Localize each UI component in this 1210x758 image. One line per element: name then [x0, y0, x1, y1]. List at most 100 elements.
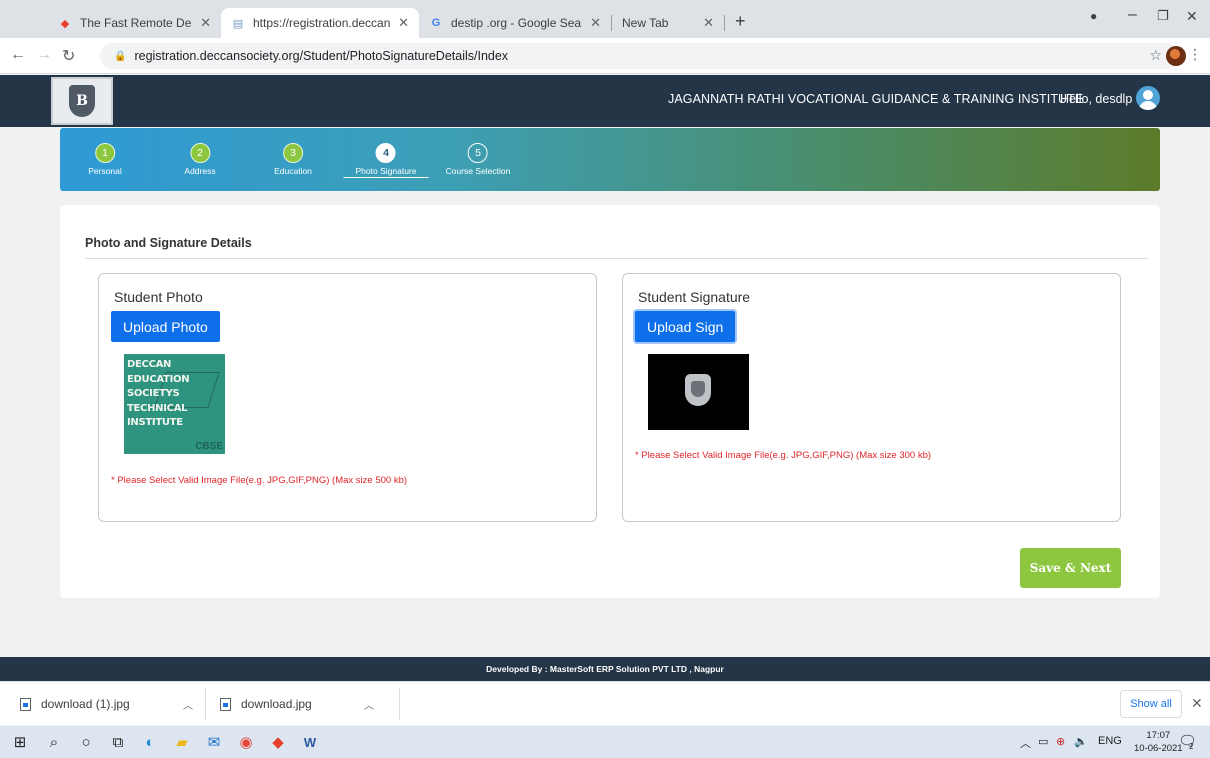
chrome-icon[interactable]: ◉ — [230, 726, 262, 758]
profile-avatar[interactable] — [1166, 46, 1186, 66]
forward-arrow-icon[interactable]: → — [36, 46, 52, 64]
step-number: 3 — [283, 143, 303, 163]
step-address[interactable]: 2 Address — [184, 143, 216, 176]
step-course-selection[interactable]: 5 Course Selection — [446, 143, 510, 176]
bookmark-star-icon[interactable]: ☆ — [1149, 47, 1162, 64]
section-title: Photo and Signature Details — [85, 236, 252, 250]
registration-stepper: 1 Personal 2 Address 3 Education 4 Photo… — [60, 128, 1160, 191]
photo-text: DECCAN EDUCATION SOCIETYS TECHNICAL INST… — [127, 359, 190, 428]
step-label: Education — [274, 166, 312, 176]
step-number: 1 — [95, 143, 115, 163]
clock[interactable]: 17:07 10-06-2021 — [1134, 729, 1183, 755]
restore-icon[interactable]: ❐ — [1157, 8, 1169, 24]
clock-time: 17:07 — [1146, 730, 1171, 741]
browser-tab-new[interactable]: New Tab ✕ — [612, 8, 724, 38]
web-page: B JAGANNATH RATHI VOCATIONAL GUIDANCE & … — [0, 75, 1210, 681]
download-bar: download (1).jpg ︿ download.jpg ︿ Show a… — [0, 681, 1210, 725]
divider — [85, 258, 1148, 259]
step-education[interactable]: 3 Education — [274, 143, 312, 176]
google-icon: G — [431, 17, 441, 29]
step-photo-signature[interactable]: 4 Photo Signature — [343, 143, 429, 178]
shield-icon: B — [69, 85, 95, 117]
institute-logo[interactable]: B — [51, 77, 113, 125]
browser-menu-icon[interactable]: ⋮ — [1188, 46, 1202, 63]
step-label: Personal — [88, 166, 122, 176]
chevron-up-icon[interactable]: ︿ — [364, 697, 374, 712]
site-footer: Developed By : MasterSoft ERP Solution P… — [0, 657, 1210, 681]
browser-profile-menu-icon[interactable]: ● — [1090, 9, 1097, 23]
upload-photo-button[interactable]: Upload Photo — [111, 311, 220, 342]
search-icon[interactable]: ⌕ — [38, 726, 70, 758]
page-icon: ▤ — [232, 17, 244, 30]
close-tab-icon[interactable]: ✕ — [200, 15, 211, 31]
windows-start-icon[interactable]: ⊞ — [4, 726, 36, 758]
close-tab-icon[interactable]: ✕ — [398, 15, 409, 31]
lock-icon: 🔒 — [114, 50, 127, 62]
step-label: Address — [184, 166, 216, 176]
signature-file-hint: * Please Select Valid Image File(e.g. JP… — [635, 450, 932, 461]
anydesk-icon[interactable]: ◆ — [262, 726, 294, 758]
network-icon[interactable]: ▭ — [1038, 735, 1048, 748]
minimize-icon[interactable]: – — [1128, 6, 1137, 24]
word-icon[interactable]: W — [294, 726, 326, 758]
chevron-up-icon[interactable]: ︿ — [183, 697, 193, 712]
browser-tab-registration[interactable]: ▤ https://registration.deccansociet ✕ — [221, 8, 419, 38]
mail-icon[interactable]: ✉ — [198, 726, 230, 758]
notification-icon[interactable]: 🗨 — [1178, 732, 1197, 750]
download-item[interactable]: download.jpg ︿ — [220, 682, 400, 726]
image-file-icon — [220, 697, 231, 711]
browser-tab-google[interactable]: G destip .org - Google Search ✕ — [419, 8, 611, 38]
cortana-icon[interactable]: ○ — [70, 726, 102, 758]
window-close-icon[interactable]: ✕ — [1186, 8, 1198, 25]
site-header: B JAGANNATH RATHI VOCATIONAL GUIDANCE & … — [0, 75, 1210, 127]
task-view-icon[interactable]: ⧉ — [102, 726, 134, 758]
security-icon[interactable]: ⊕ — [1056, 735, 1065, 748]
step-label: Photo Signature — [343, 166, 429, 178]
step-personal[interactable]: 1 Personal — [88, 143, 122, 176]
student-photo-preview: DECCAN EDUCATION SOCIETYS TECHNICAL INST… — [124, 354, 225, 454]
user-greeting[interactable]: Hello, desdlp — [1060, 92, 1132, 106]
student-photo-panel: Student Photo Upload Photo DECCAN EDUCAT… — [98, 273, 597, 522]
photo-signature-card: Photo and Signature Details Student Phot… — [60, 205, 1160, 598]
step-number: 4 — [376, 143, 396, 163]
file-explorer-icon[interactable]: ▰ — [166, 726, 198, 758]
tab-title: https://registration.deccansociet — [253, 16, 391, 30]
chevron-up-icon[interactable]: ︿ — [1020, 735, 1031, 751]
student-signature-title: Student Signature — [638, 289, 751, 305]
volume-icon[interactable]: 🔈 — [1074, 735, 1088, 748]
download-filename: download (1).jpg — [41, 697, 130, 711]
download-separator — [399, 688, 400, 720]
photo-mark: CBSE — [195, 441, 223, 452]
url-text: registration.deccansociety.org/Student/P… — [134, 49, 509, 63]
new-tab-icon[interactable]: + — [735, 11, 746, 32]
student-signature-panel: Student Signature Upload Sign * Please S… — [622, 273, 1121, 522]
browser-tab-strip: ◆ The Fast Remote Desktop Applic ✕ ▤ htt… — [0, 0, 1210, 38]
photo-file-hint: * Please Select Valid Image File(e.g. JP… — [111, 475, 408, 486]
tab-title: New Tab — [622, 16, 669, 30]
save-next-button[interactable]: Save & Next — [1020, 548, 1121, 588]
step-number: 5 — [467, 143, 488, 163]
close-tab-icon[interactable]: ✕ — [703, 15, 714, 31]
address-bar[interactable]: 🔒 registration.deccansociety.org/Student… — [100, 43, 1180, 69]
anydesk-icon: ◆ — [60, 17, 70, 30]
upload-sign-button[interactable]: Upload Sign — [635, 311, 736, 342]
close-download-bar-icon[interactable]: ✕ — [1191, 695, 1203, 712]
tab-title: destip .org - Google Search — [451, 16, 582, 30]
edge-icon[interactable]: ◐ — [134, 726, 166, 758]
close-tab-icon[interactable]: ✕ — [590, 15, 601, 31]
download-separator — [205, 688, 206, 720]
tab-title: The Fast Remote Desktop Applic — [80, 16, 192, 30]
download-filename: download.jpg — [241, 697, 312, 711]
download-item[interactable]: download (1).jpg ︿ — [20, 682, 200, 726]
reload-icon[interactable]: ↻ — [62, 46, 75, 66]
image-file-icon — [20, 697, 31, 711]
back-arrow-icon[interactable]: ← — [10, 46, 26, 64]
step-number: 2 — [190, 143, 210, 163]
language-indicator[interactable]: ENG — [1098, 735, 1122, 747]
windows-taskbar: ⊞ ⌕ ○ ⧉ ◐ ▰ ✉ ◉ ◆ W ︿ ▭ ⊕ 🔈 ENG 17:07 10… — [0, 726, 1210, 758]
browser-tab-anydesk[interactable]: ◆ The Fast Remote Desktop Applic ✕ — [48, 8, 221, 38]
browser-toolbar: ← → ↻ 🔒 registration.deccansociety.org/S… — [0, 38, 1210, 74]
show-all-downloads-button[interactable]: Show all — [1120, 690, 1182, 718]
user-avatar-icon[interactable] — [1136, 86, 1160, 110]
notification-count: 2 — [1189, 742, 1194, 751]
